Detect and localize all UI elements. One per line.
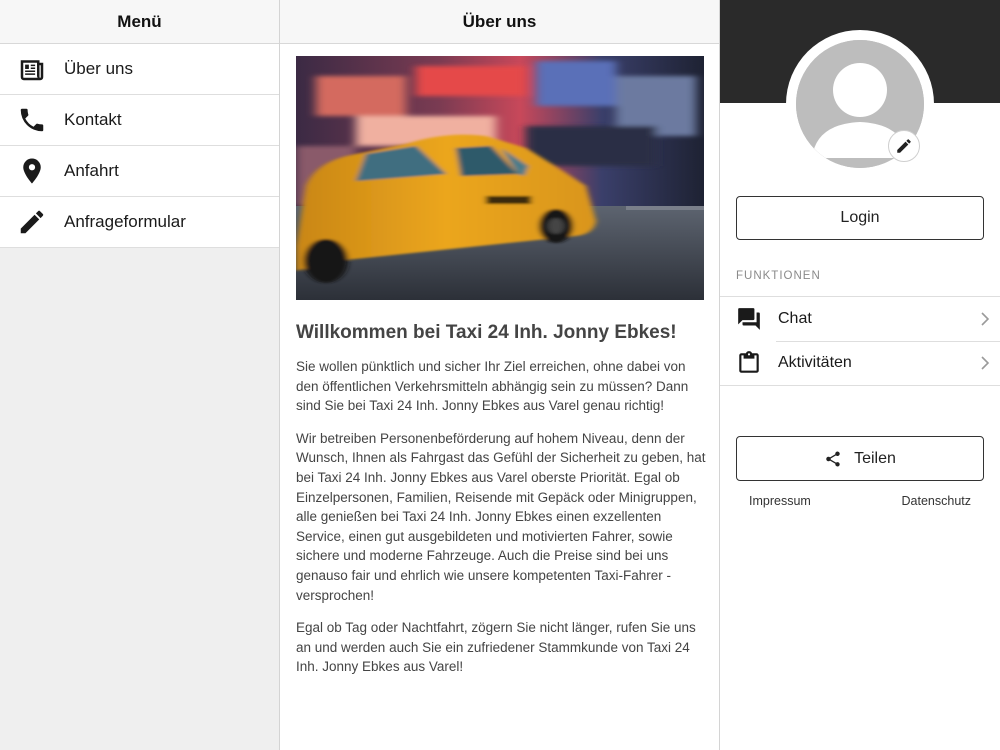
menu-item-anfahrt[interactable]: Anfahrt bbox=[0, 146, 279, 197]
edit-avatar-button[interactable] bbox=[888, 130, 920, 162]
menu-list: Über uns Kontakt Anfahrt Anfrageformular bbox=[0, 44, 279, 248]
function-label: Chat bbox=[778, 310, 812, 327]
menu-item-label: Über uns bbox=[64, 59, 133, 78]
function-item-aktivitaeten[interactable]: Aktivitäten bbox=[720, 341, 1000, 385]
functions-list: Chat Aktivitäten bbox=[720, 296, 1000, 386]
share-icon bbox=[826, 451, 840, 466]
page-title: Über uns bbox=[280, 0, 719, 44]
menu-item-ueber-uns[interactable]: Über uns bbox=[0, 44, 279, 95]
clipboard-icon bbox=[720, 350, 778, 376]
menu-title: Menü bbox=[0, 0, 279, 44]
welcome-heading: Willkommen bei Taxi 24 Inh. Jonny Ebkes! bbox=[296, 322, 677, 343]
taxi-hero-image bbox=[296, 56, 704, 300]
chevron-right-icon bbox=[970, 355, 1000, 371]
menu-item-kontakt[interactable]: Kontakt bbox=[0, 95, 279, 146]
function-label: Aktivitäten bbox=[778, 354, 852, 371]
share-label: Teilen bbox=[854, 449, 896, 467]
newspaper-icon bbox=[0, 54, 64, 84]
map-pin-icon bbox=[0, 156, 64, 186]
menu-item-label: Anfahrt bbox=[64, 161, 119, 180]
chat-bubbles-icon bbox=[720, 306, 778, 332]
menu-column: Menü Über uns Kontakt Anfahrt Anfragefor… bbox=[0, 0, 280, 750]
profile-column: Login FUNKTIONEN Chat Aktivitäten Teilen… bbox=[720, 0, 1000, 750]
chevron-right-icon bbox=[970, 311, 1000, 327]
paragraph: Egal ob Tag oder Nachtfahrt, zögern Sie … bbox=[296, 620, 696, 675]
function-item-chat[interactable]: Chat bbox=[720, 297, 1000, 341]
content-column: Über uns Willkommen bei Taxi 24 Inh. Jon… bbox=[280, 0, 720, 750]
paragraph: Sie wollen pünktlich und sicher Ihr Ziel… bbox=[296, 359, 689, 414]
impressum-link[interactable]: Impressum bbox=[749, 494, 811, 508]
menu-item-label: Kontakt bbox=[64, 110, 122, 129]
datenschutz-link[interactable]: Datenschutz bbox=[902, 494, 971, 508]
phone-icon bbox=[0, 105, 64, 135]
menu-item-label: Anfrageformular bbox=[64, 212, 186, 231]
login-button[interactable]: Login bbox=[736, 196, 984, 240]
pencil-icon bbox=[897, 139, 911, 153]
pencil-icon bbox=[0, 207, 64, 237]
share-button[interactable]: Teilen bbox=[736, 436, 984, 481]
menu-item-anfrageformular[interactable]: Anfrageformular bbox=[0, 197, 279, 248]
content-text: Sie wollen pünktlich und sicher Ihr Ziel… bbox=[296, 357, 706, 690]
paragraph: Wir betreiben Personenbeförderung auf ho… bbox=[296, 430, 706, 603]
functions-section-label: FUNKTIONEN bbox=[736, 270, 821, 282]
